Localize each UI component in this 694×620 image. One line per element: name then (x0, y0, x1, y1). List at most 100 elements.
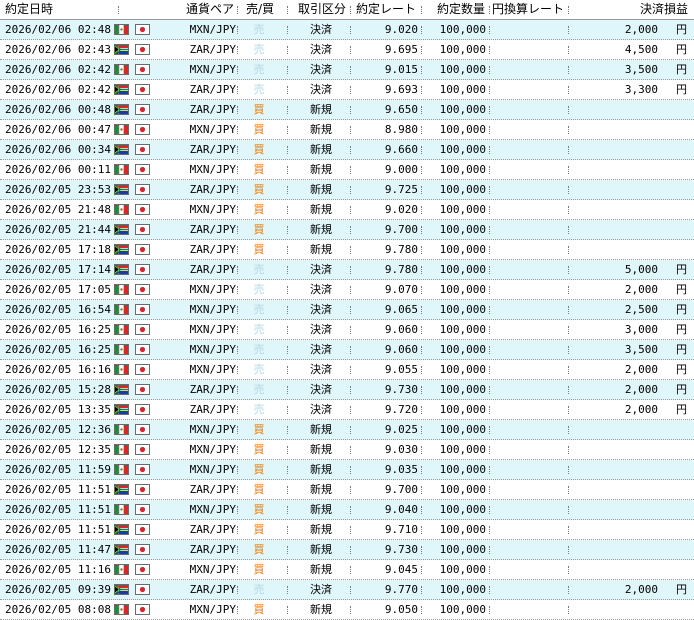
column-divider (237, 286, 238, 294)
table-row[interactable]: 2026/02/06 02:42 MXN/JPY 売 決済 9.015 100,000 3,… (0, 60, 694, 80)
column-divider (421, 386, 422, 394)
yen-unit: 円 (676, 23, 687, 36)
column-divider (237, 466, 238, 474)
column-divider (237, 506, 238, 514)
column-divider[interactable] (118, 6, 119, 14)
trade-rate: 9.060 (384, 323, 418, 336)
table-row[interactable]: 2026/02/05 16:54 MXN/JPY 売 決済 9.065 100,000 2,… (0, 300, 694, 320)
japan-flag-icon (135, 364, 150, 375)
table-row[interactable]: 2026/02/05 23:53 ZAR/JPY 買 新規 9.725 100,000 (0, 180, 694, 200)
column-divider[interactable] (237, 6, 238, 14)
trade-side: 売 (253, 23, 265, 36)
column-divider (421, 506, 422, 514)
table-row[interactable]: 2026/02/06 02:42 ZAR/JPY 売 決済 9.693 100,000 3,… (0, 80, 694, 100)
column-divider (350, 486, 351, 494)
column-divider (421, 366, 422, 374)
column-divider (421, 166, 422, 174)
header-date[interactable]: 約定日時 (5, 0, 111, 19)
table-row[interactable]: 2026/02/06 00:47 MXN/JPY 買 新規 8.980 100,000 (0, 120, 694, 140)
column-divider (237, 66, 238, 74)
trade-rate: 9.780 (384, 243, 418, 256)
column-divider[interactable] (421, 6, 422, 14)
table-row[interactable]: 2026/02/05 21:44 ZAR/JPY 買 新規 9.700 100,000 (0, 220, 694, 240)
column-divider (287, 326, 288, 334)
table-row[interactable]: 2026/02/06 02:43 ZAR/JPY 売 決済 9.695 100,000 4,… (0, 40, 694, 60)
table-row[interactable]: 2026/02/05 11:47 ZAR/JPY 買 新規 9.730 100,000 (0, 540, 694, 560)
trade-rate: 9.770 (384, 583, 418, 596)
table-row[interactable]: 2026/02/05 13:35 ZAR/JPY 売 決済 9.720 100,000 2,… (0, 400, 694, 420)
column-divider (118, 186, 119, 194)
table-row[interactable]: 2026/02/05 11:51 ZAR/JPY 買 新規 9.700 100,000 (0, 480, 694, 500)
column-divider (350, 446, 351, 454)
trade-rate: 9.780 (384, 263, 418, 276)
column-divider (568, 346, 569, 354)
table-row[interactable]: 2026/02/05 12:36 MXN/JPY 買 新規 9.025 100,000 (0, 420, 694, 440)
column-divider (489, 306, 490, 314)
yen-unit (676, 140, 690, 159)
column-divider (421, 46, 422, 54)
table-row[interactable]: 2026/02/05 21:48 MXN/JPY 買 新規 9.020 100,000 (0, 200, 694, 220)
column-divider (421, 186, 422, 194)
currency-flags (114, 580, 154, 599)
column-divider (237, 566, 238, 574)
table-row[interactable]: 2026/02/05 17:05 MXN/JPY 売 決済 9.070 100,000 2,… (0, 280, 694, 300)
table-row[interactable]: 2026/02/05 15:28 ZAR/JPY 売 決済 9.730 100,000 2,… (0, 380, 694, 400)
trade-type: 新規 (310, 103, 332, 116)
column-divider (421, 566, 422, 574)
column-divider (287, 106, 288, 114)
header-type[interactable]: 取引区分 (294, 0, 350, 19)
header-pnl[interactable]: 決済損益 (600, 0, 688, 19)
japan-flag-icon (135, 184, 150, 195)
trade-datetime: 2026/02/06 00:11 (5, 163, 111, 176)
table-row[interactable]: 2026/02/05 11:59 MXN/JPY 買 新規 9.035 100,000 (0, 460, 694, 480)
header-rate[interactable]: 約定レート (356, 0, 422, 19)
yen-unit: 円 (676, 63, 687, 76)
settlement-pnl (600, 140, 658, 159)
trade-quantity: 100,000 (439, 563, 486, 576)
south-africa-flag-icon (114, 524, 129, 535)
table-row[interactable]: 2026/02/05 16:25 MXN/JPY 売 決済 9.060 100,000 3,… (0, 340, 694, 360)
table-row[interactable]: 2026/02/05 11:16 MXN/JPY 買 新規 9.045 100,000 (0, 560, 694, 580)
settlement-pnl (600, 500, 658, 519)
table-row[interactable]: 2026/02/06 02:48 MXN/JPY 売 決済 9.020 100,000 2,… (0, 20, 694, 40)
column-divider (568, 386, 569, 394)
header-qty[interactable]: 約定数量 (437, 0, 493, 19)
column-divider[interactable] (489, 6, 490, 14)
table-row[interactable]: 2026/02/05 16:25 MXN/JPY 売 決済 9.060 100,000 3,… (0, 320, 694, 340)
table-row[interactable]: 2026/02/05 09:39 ZAR/JPY 売 決済 9.770 100,000 2,… (0, 580, 694, 600)
settlement-pnl (600, 540, 658, 559)
settlement-pnl: 2,000 (624, 383, 658, 396)
currency-pair: ZAR/JPY (189, 263, 236, 276)
trade-side: 買 (253, 203, 265, 216)
column-divider[interactable] (350, 6, 351, 14)
currency-flags (114, 600, 154, 619)
header-side[interactable]: 売/買 (242, 0, 278, 19)
column-divider (237, 106, 238, 114)
table-row[interactable]: 2026/02/05 17:18 ZAR/JPY 買 新規 9.780 100,000 (0, 240, 694, 260)
trade-datetime: 2026/02/05 12:35 (5, 443, 111, 456)
column-divider (421, 326, 422, 334)
table-row[interactable]: 2026/02/06 00:11 MXN/JPY 買 新規 9.000 100,000 (0, 160, 694, 180)
yen-unit (676, 180, 690, 199)
table-row[interactable]: 2026/02/05 11:51 MXN/JPY 買 新規 9.040 100,000 (0, 500, 694, 520)
header-jpy-rate[interactable]: 円換算レート (492, 0, 572, 19)
trade-datetime: 2026/02/05 16:25 (5, 343, 111, 356)
table-row[interactable]: 2026/02/05 17:14 ZAR/JPY 売 決済 9.780 100,000 5,… (0, 260, 694, 280)
trade-rate: 9.030 (384, 443, 418, 456)
column-divider (118, 166, 119, 174)
column-divider[interactable] (568, 6, 569, 14)
table-row[interactable]: 2026/02/06 00:34 ZAR/JPY 買 新規 9.660 100,000 (0, 140, 694, 160)
mexico-flag-icon (114, 604, 129, 615)
table-row[interactable]: 2026/02/06 00:48 ZAR/JPY 買 新規 9.650 100,000 (0, 100, 694, 120)
table-row[interactable]: 2026/02/05 12:35 MXN/JPY 買 新規 9.030 100,000 (0, 440, 694, 460)
table-row[interactable]: 2026/02/05 16:16 MXN/JPY 売 決済 9.055 100,000 2,… (0, 360, 694, 380)
japan-flag-icon (135, 324, 150, 335)
column-divider[interactable] (287, 6, 288, 14)
table-row[interactable]: 2026/02/05 11:51 ZAR/JPY 買 新規 9.710 100,000 (0, 520, 694, 540)
column-divider (237, 346, 238, 354)
currency-pair: MXN/JPY (189, 463, 236, 476)
trade-type: 決済 (310, 383, 332, 396)
table-row[interactable]: 2026/02/05 08:08 MXN/JPY 買 新規 9.050 100,000 (0, 600, 694, 620)
trade-datetime: 2026/02/06 00:47 (5, 123, 111, 136)
south-africa-flag-icon (114, 44, 129, 55)
